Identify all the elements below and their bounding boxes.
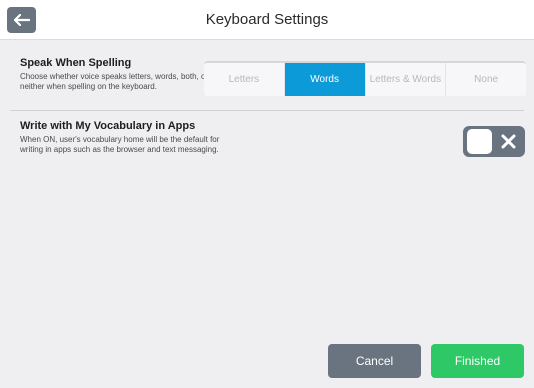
speak-when-spelling-title: Speak When Spelling — [20, 57, 132, 69]
segment-none[interactable]: None — [445, 63, 526, 96]
vocabulary-toggle[interactable] — [463, 126, 525, 157]
close-icon — [501, 134, 516, 149]
spelling-mode-segmented-control: Letters Words Letters & Words None — [204, 61, 526, 96]
write-with-vocabulary-title: Write with My Vocabulary in Apps — [20, 120, 196, 132]
back-button[interactable] — [7, 7, 36, 33]
page-title: Keyboard Settings — [205, 11, 329, 28]
speak-when-spelling-setting: Speak When Spelling Choose whether voice… — [20, 57, 210, 92]
divider — [10, 110, 524, 111]
toggle-knob — [467, 129, 492, 154]
arrow-left-icon — [13, 14, 30, 26]
cancel-button[interactable]: Cancel — [328, 344, 421, 378]
write-with-vocabulary-setting: Write with My Vocabulary in Apps When ON… — [20, 120, 220, 155]
speak-when-spelling-description: Choose whether voice speaks letters, wor… — [20, 72, 209, 91]
segment-letters-and-words[interactable]: Letters & Words — [364, 63, 446, 96]
write-with-vocabulary-description: When ON, user's vocabulary home will be … — [20, 135, 220, 154]
segment-letters[interactable]: Letters — [204, 63, 284, 96]
segment-words[interactable]: Words — [283, 63, 365, 96]
header-bar: Keyboard Settings — [0, 0, 534, 40]
finished-button[interactable]: Finished — [431, 344, 524, 378]
